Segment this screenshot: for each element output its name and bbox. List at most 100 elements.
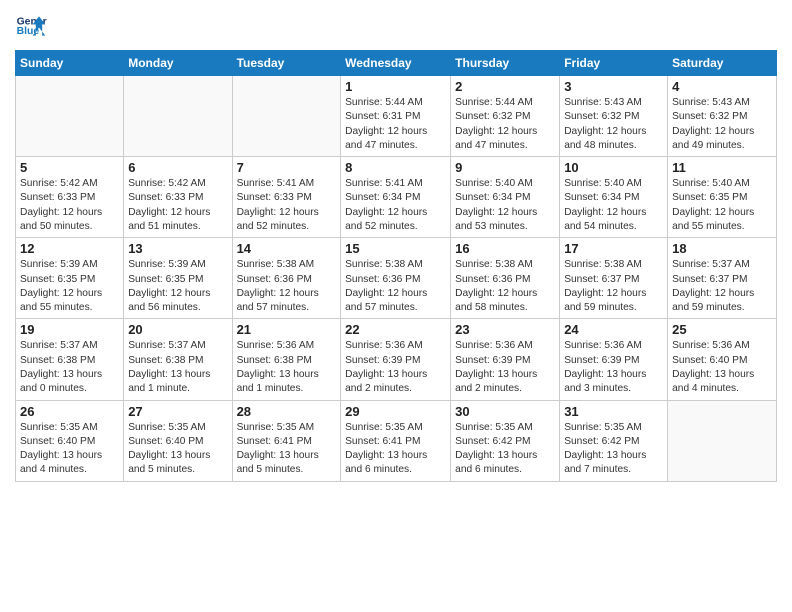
day-number: 20 xyxy=(128,322,227,337)
logo: General Blue xyxy=(15,10,51,42)
day-number: 18 xyxy=(672,241,772,256)
day-number: 26 xyxy=(20,404,119,419)
day-info: Sunrise: 5:35 AM Sunset: 6:41 PM Dayligh… xyxy=(345,421,446,478)
day-info: Sunrise: 5:42 AM Sunset: 6:33 PM Dayligh… xyxy=(128,177,227,234)
day-number: 10 xyxy=(564,160,663,175)
calendar-cell: 26 Sunrise: 5:35 AM Sunset: 6:40 PM Dayli… xyxy=(16,400,124,481)
day-info: Sunrise: 5:35 AM Sunset: 6:40 PM Dayligh… xyxy=(20,421,119,478)
calendar-cell: 24 Sunrise: 5:36 AM Sunset: 6:39 PM Dayli… xyxy=(560,319,668,400)
day-number: 11 xyxy=(672,160,772,175)
calendar-cell: 25Sunrise: 5:36 AM Sunset: 6:40 PM Dayli… xyxy=(668,319,777,400)
calendar-cell: 12Sunrise: 5:39 AM Sunset: 6:35 PM Dayli… xyxy=(16,238,124,319)
day-number: 3 xyxy=(564,79,663,94)
calendar-cell: 3Sunrise: 5:43 AM Sunset: 6:32 PM Daylig… xyxy=(560,76,668,157)
weekday-header-sunday: Sunday xyxy=(16,51,124,76)
day-info: Sunrise: 5:35 AM Sunset: 6:41 PM Dayligh… xyxy=(237,421,337,478)
calendar-cell xyxy=(668,400,777,481)
day-number: 19 xyxy=(20,322,119,337)
day-number: 31 xyxy=(564,404,663,419)
day-info: Sunrise: 5:39 AM Sunset: 6:35 PM Dayligh… xyxy=(128,258,227,315)
day-number: 9 xyxy=(455,160,555,175)
calendar-week-row: 26 Sunrise: 5:35 AM Sunset: 6:40 PM Dayli… xyxy=(16,400,777,481)
calendar-cell: 6 Sunrise: 5:42 AM Sunset: 6:33 PM Daylig… xyxy=(124,157,232,238)
calendar-week-row: 1 Sunrise: 5:44 AM Sunset: 6:31 PM Daylig… xyxy=(16,76,777,157)
day-info: Sunrise: 5:36 AM Sunset: 6:38 PM Dayligh… xyxy=(237,339,337,396)
day-info: Sunrise: 5:38 AM Sunset: 6:36 PM Dayligh… xyxy=(237,258,337,315)
calendar-week-row: 5 Sunrise: 5:42 AM Sunset: 6:33 PM Daylig… xyxy=(16,157,777,238)
calendar-cell: 9 Sunrise: 5:40 AM Sunset: 6:34 PM Daylig… xyxy=(451,157,560,238)
calendar-cell: 16 Sunrise: 5:38 AM Sunset: 6:36 PM Dayli… xyxy=(451,238,560,319)
weekday-header-thursday: Thursday xyxy=(451,51,560,76)
day-info: Sunrise: 5:35 AM Sunset: 6:42 PM Dayligh… xyxy=(455,421,555,478)
calendar-cell: 31 Sunrise: 5:35 AM Sunset: 6:42 PM Dayli… xyxy=(560,400,668,481)
calendar-cell: 21Sunrise: 5:36 AM Sunset: 6:38 PM Dayli… xyxy=(232,319,341,400)
day-info: Sunrise: 5:36 AM Sunset: 6:39 PM Dayligh… xyxy=(345,339,446,396)
calendar-cell: 22 Sunrise: 5:36 AM Sunset: 6:39 PM Dayli… xyxy=(341,319,451,400)
weekday-header-tuesday: Tuesday xyxy=(232,51,341,76)
weekday-header-wednesday: Wednesday xyxy=(341,51,451,76)
day-number: 8 xyxy=(345,160,446,175)
calendar-cell: 4 Sunrise: 5:43 AM Sunset: 6:32 PM Daylig… xyxy=(668,76,777,157)
day-number: 4 xyxy=(672,79,772,94)
day-info: Sunrise: 5:44 AM Sunset: 6:32 PM Dayligh… xyxy=(455,96,555,153)
day-number: 29 xyxy=(345,404,446,419)
calendar-cell: 30 Sunrise: 5:35 AM Sunset: 6:42 PM Dayli… xyxy=(451,400,560,481)
calendar-cell: 17Sunrise: 5:38 AM Sunset: 6:37 PM Dayli… xyxy=(560,238,668,319)
calendar-cell: 29 Sunrise: 5:35 AM Sunset: 6:41 PM Dayli… xyxy=(341,400,451,481)
calendar-cell: 11 Sunrise: 5:40 AM Sunset: 6:35 PM Dayli… xyxy=(668,157,777,238)
day-info: Sunrise: 5:37 AM Sunset: 6:37 PM Dayligh… xyxy=(672,258,772,315)
day-number: 2 xyxy=(455,79,555,94)
calendar-cell: 19 Sunrise: 5:37 AM Sunset: 6:38 PM Dayli… xyxy=(16,319,124,400)
day-info: Sunrise: 5:40 AM Sunset: 6:35 PM Dayligh… xyxy=(672,177,772,234)
weekday-header-saturday: Saturday xyxy=(668,51,777,76)
calendar-cell: 13 Sunrise: 5:39 AM Sunset: 6:35 PM Dayli… xyxy=(124,238,232,319)
day-number: 15 xyxy=(345,241,446,256)
day-info: Sunrise: 5:36 AM Sunset: 6:40 PM Dayligh… xyxy=(672,339,772,396)
day-number: 16 xyxy=(455,241,555,256)
day-info: Sunrise: 5:44 AM Sunset: 6:31 PM Dayligh… xyxy=(345,96,446,153)
calendar-week-row: 19 Sunrise: 5:37 AM Sunset: 6:38 PM Dayli… xyxy=(16,319,777,400)
day-info: Sunrise: 5:37 AM Sunset: 6:38 PM Dayligh… xyxy=(20,339,119,396)
calendar-cell: 27Sunrise: 5:35 AM Sunset: 6:40 PM Dayli… xyxy=(124,400,232,481)
day-number: 1 xyxy=(345,79,446,94)
day-number: 22 xyxy=(345,322,446,337)
day-number: 5 xyxy=(20,160,119,175)
calendar-cell: 2 Sunrise: 5:44 AM Sunset: 6:32 PM Daylig… xyxy=(451,76,560,157)
day-number: 7 xyxy=(237,160,337,175)
day-info: Sunrise: 5:35 AM Sunset: 6:42 PM Dayligh… xyxy=(564,421,663,478)
calendar-cell: 5 Sunrise: 5:42 AM Sunset: 6:33 PM Daylig… xyxy=(16,157,124,238)
calendar-week-row: 12Sunrise: 5:39 AM Sunset: 6:35 PM Dayli… xyxy=(16,238,777,319)
weekday-header-friday: Friday xyxy=(560,51,668,76)
calendar-cell: 18 Sunrise: 5:37 AM Sunset: 6:37 PM Dayli… xyxy=(668,238,777,319)
day-info: Sunrise: 5:40 AM Sunset: 6:34 PM Dayligh… xyxy=(455,177,555,234)
day-number: 24 xyxy=(564,322,663,337)
calendar-cell: 8 Sunrise: 5:41 AM Sunset: 6:34 PM Daylig… xyxy=(341,157,451,238)
day-number: 27 xyxy=(128,404,227,419)
day-info: Sunrise: 5:36 AM Sunset: 6:39 PM Dayligh… xyxy=(455,339,555,396)
day-info: Sunrise: 5:43 AM Sunset: 6:32 PM Dayligh… xyxy=(672,96,772,153)
calendar-cell: 7Sunrise: 5:41 AM Sunset: 6:33 PM Daylig… xyxy=(232,157,341,238)
day-number: 23 xyxy=(455,322,555,337)
calendar-cell: 28 Sunrise: 5:35 AM Sunset: 6:41 PM Dayli… xyxy=(232,400,341,481)
day-number: 30 xyxy=(455,404,555,419)
day-number: 28 xyxy=(237,404,337,419)
day-number: 13 xyxy=(128,241,227,256)
calendar-cell: 14 Sunrise: 5:38 AM Sunset: 6:36 PM Dayli… xyxy=(232,238,341,319)
day-number: 17 xyxy=(564,241,663,256)
day-number: 14 xyxy=(237,241,337,256)
day-info: Sunrise: 5:38 AM Sunset: 6:36 PM Dayligh… xyxy=(345,258,446,315)
day-number: 6 xyxy=(128,160,227,175)
calendar-cell xyxy=(124,76,232,157)
calendar-cell xyxy=(232,76,341,157)
day-info: Sunrise: 5:40 AM Sunset: 6:34 PM Dayligh… xyxy=(564,177,663,234)
logo-icon: General Blue xyxy=(15,10,47,42)
day-info: Sunrise: 5:36 AM Sunset: 6:39 PM Dayligh… xyxy=(564,339,663,396)
day-info: Sunrise: 5:41 AM Sunset: 6:34 PM Dayligh… xyxy=(345,177,446,234)
calendar-cell: 20Sunrise: 5:37 AM Sunset: 6:38 PM Dayli… xyxy=(124,319,232,400)
day-info: Sunrise: 5:39 AM Sunset: 6:35 PM Dayligh… xyxy=(20,258,119,315)
calendar-cell: 10 Sunrise: 5:40 AM Sunset: 6:34 PM Dayli… xyxy=(560,157,668,238)
calendar-cell: 15 Sunrise: 5:38 AM Sunset: 6:36 PM Dayli… xyxy=(341,238,451,319)
weekday-header-monday: Monday xyxy=(124,51,232,76)
day-info: Sunrise: 5:38 AM Sunset: 6:36 PM Dayligh… xyxy=(455,258,555,315)
day-info: Sunrise: 5:42 AM Sunset: 6:33 PM Dayligh… xyxy=(20,177,119,234)
